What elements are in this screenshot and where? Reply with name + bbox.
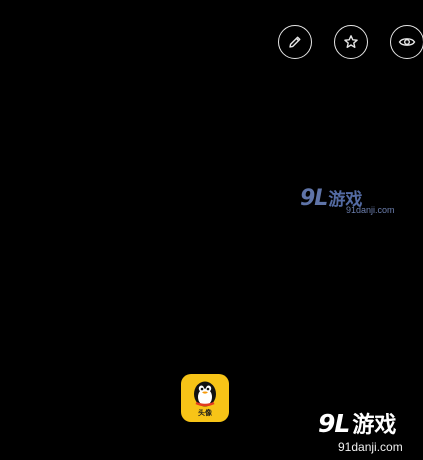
star-icon [344, 35, 358, 48]
watermark-number: 9L [318, 409, 350, 438]
edit-button[interactable] [278, 25, 312, 59]
watermark-domain: 91danji.com [338, 440, 403, 454]
pencil-icon [289, 36, 301, 48]
watermark-center: 9L 游戏 91danji.com [300, 188, 395, 215]
image-viewer: 9L 游戏 91danji.com 头像 9L 游戏 91danji.com [0, 0, 423, 460]
app-icon-label: 头像 [198, 409, 212, 417]
watermark-number: 9L [300, 186, 328, 211]
penguin-icon [194, 381, 216, 407]
watermark-bottom: 9L 游戏 91danji.com [318, 411, 403, 453]
eye-icon [398, 38, 416, 46]
watermark-name: 游戏 [352, 413, 397, 438]
favorite-button[interactable] [334, 25, 368, 59]
view-button[interactable] [390, 25, 423, 59]
watermark-domain: 91danji.com [346, 205, 395, 215]
app-icon[interactable]: 头像 [181, 374, 229, 422]
